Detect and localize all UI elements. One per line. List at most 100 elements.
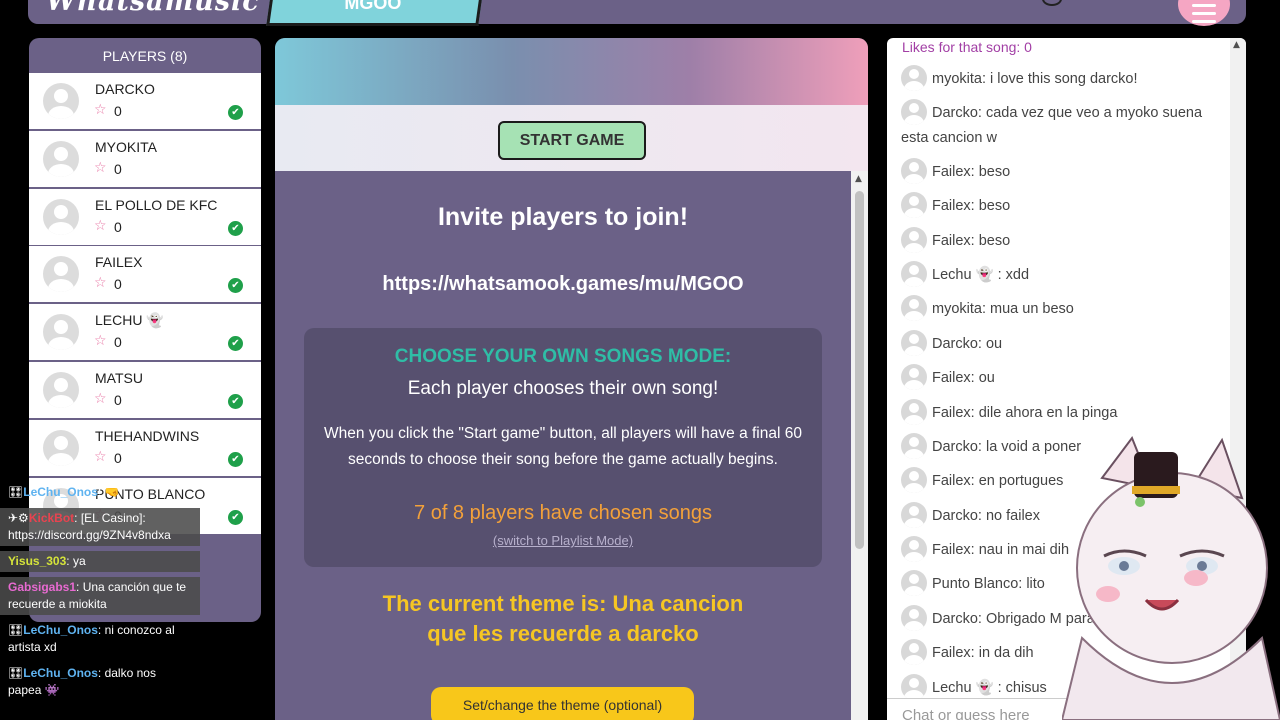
start-area: START GAME bbox=[275, 105, 868, 171]
stream-chat-line: Gabsigabs1: Una canción que te recuerde … bbox=[0, 577, 200, 615]
badge-icon: 🎛 bbox=[8, 485, 24, 499]
badge-icon: ✈⚙ bbox=[8, 511, 29, 525]
invite-title: Invite players to join! bbox=[437, 203, 689, 231]
start-game-button[interactable]: START GAME bbox=[498, 121, 646, 160]
set-theme-button[interactable]: Set/change the theme (optional) bbox=[431, 687, 694, 720]
chat-message-text: Failex: nau in mai dih bbox=[932, 541, 1070, 558]
chat-message-text: Failex: en portugues bbox=[932, 473, 1064, 490]
player-name: FAILEX bbox=[95, 254, 143, 271]
default-avatar-icon bbox=[901, 192, 927, 219]
check-circle-icon: ✔ bbox=[228, 393, 243, 409]
chat-message-text: Darcko: no failex bbox=[932, 507, 1040, 524]
stream-chat-text: ya bbox=[72, 554, 86, 568]
scroll-up-arrow-icon[interactable]: ▲ bbox=[1233, 41, 1240, 50]
player-score: 0 bbox=[114, 334, 122, 351]
player-score: 0 bbox=[114, 160, 122, 177]
default-avatar-icon bbox=[901, 65, 927, 91]
default-avatar-icon bbox=[901, 260, 927, 287]
player-row[interactable]: DARCKO ☆ 0 ✔ bbox=[29, 73, 261, 129]
check-circle-icon: ✔ bbox=[228, 278, 243, 294]
stream-chat-colon: : bbox=[76, 580, 83, 594]
scrollbar-thumb[interactable] bbox=[855, 191, 864, 549]
default-avatar-icon bbox=[901, 570, 927, 597]
stream-chat-line: Yisus_303: ya bbox=[0, 551, 200, 572]
current-theme: The current theme is: Una cancion que le… bbox=[382, 591, 744, 646]
chat-message-text: Failex: beso bbox=[932, 198, 1011, 214]
default-avatar-icon bbox=[901, 157, 927, 184]
default-avatar-icon bbox=[43, 314, 79, 351]
scroll-up-arrow-icon[interactable]: ▲ bbox=[855, 175, 862, 184]
player-row[interactable]: LECHU 👻 ☆ 0 ✔ bbox=[29, 304, 261, 361]
check-circle-icon: ✔ bbox=[228, 105, 243, 120]
badge-icon: 🎛 bbox=[8, 623, 24, 637]
room-code-tab: MGOO bbox=[266, 0, 482, 26]
chat-message: Failex: ou bbox=[901, 364, 1231, 391]
chat-message-text: myokita: mua un beso bbox=[932, 301, 1074, 318]
default-avatar-icon bbox=[901, 604, 927, 631]
stream-chat-overlay: 🎛LeChu_Onos: 🤜 ✈⚙KickBot: [EL Casino]: ht… bbox=[0, 482, 200, 706]
default-avatar-icon bbox=[901, 329, 927, 356]
check-circle-icon: ✔ bbox=[228, 336, 243, 352]
player-row[interactable]: MATSU ☆ 0 ✔ bbox=[29, 361, 261, 418]
site-logo[interactable]: Whatsamusic bbox=[46, 0, 260, 17]
default-avatar-icon bbox=[43, 371, 79, 408]
default-avatar-icon bbox=[901, 639, 927, 666]
stream-chat-colon: : bbox=[74, 511, 81, 525]
chat-message: myokita: i love this song darcko! bbox=[901, 65, 1231, 92]
default-avatar-icon bbox=[901, 398, 927, 425]
chat-message-text: myokita: i love this song darcko! bbox=[932, 70, 1138, 87]
default-avatar-icon bbox=[901, 364, 927, 391]
player-name: THEHANDWINS bbox=[95, 427, 200, 444]
default-avatar-icon bbox=[901, 501, 927, 528]
stream-chat-colon: : bbox=[97, 623, 105, 637]
chat-message-text: Punto Blanco: lito bbox=[932, 576, 1045, 593]
star-icon: ☆ bbox=[94, 217, 107, 234]
star-icon: ☆ bbox=[94, 448, 107, 465]
switch-mode-link[interactable]: (switch to Playlist Mode) bbox=[304, 533, 822, 548]
header-gradient-banner bbox=[275, 38, 868, 105]
default-avatar-icon bbox=[43, 198, 79, 235]
mode-title: CHOOSE YOUR OWN SONGS MODE: bbox=[394, 346, 732, 367]
vtuber-cat-avatar bbox=[1062, 435, 1280, 720]
player-name: DARCKO bbox=[95, 81, 155, 97]
player-row[interactable]: EL POLLO DE KFC ☆ 0 ✔ bbox=[29, 188, 261, 245]
default-avatar-icon bbox=[43, 429, 79, 466]
player-row[interactable]: MYOKITA ☆ 0 bbox=[29, 130, 261, 187]
chat-message: Failex: beso bbox=[901, 192, 1231, 219]
mode-description: When you click the "Start game" button, … bbox=[324, 425, 802, 468]
chat-message-text: Failex: ou bbox=[932, 369, 995, 386]
player-score: 0 bbox=[114, 103, 122, 119]
star-icon: ☆ bbox=[94, 102, 107, 118]
player-score: 0 bbox=[114, 391, 122, 408]
main-scrollbar[interactable]: ▲ bbox=[851, 171, 868, 720]
stream-chat-colon: : bbox=[97, 485, 105, 499]
stream-chat-line: ✈⚙KickBot: [EL Casino]: https://discord.… bbox=[0, 508, 200, 546]
player-row[interactable]: FAILEX ☆ 0 ✔ bbox=[29, 246, 261, 303]
chat-message-text: Lechu 👻 : chisus bbox=[932, 679, 1047, 696]
star-icon: ☆ bbox=[94, 390, 107, 407]
chat-message: Darcko: ou bbox=[901, 329, 1231, 357]
default-avatar-icon bbox=[901, 673, 927, 698]
song-likes: Likes for that song: 0 bbox=[902, 39, 1032, 55]
check-circle-icon: ✔ bbox=[228, 220, 243, 236]
player-score: 0 bbox=[114, 449, 122, 466]
stream-chat-line: 🎛LeChu_Onos: 🤜 bbox=[0, 482, 200, 503]
chat-message: myokita: mua un beso bbox=[901, 295, 1231, 322]
mode-subtitle: Each player chooses their own song! bbox=[407, 378, 719, 399]
invite-url[interactable]: https://whatsamook.games/mu/MGOO bbox=[275, 273, 851, 296]
songs-chosen-count: 7 of 8 players have chosen songs bbox=[414, 502, 712, 524]
chat-message-text: Lechu 👻 : xdd bbox=[932, 266, 1030, 283]
stream-chat-colon: : bbox=[66, 554, 73, 568]
check-circle-icon: ✔ bbox=[228, 451, 243, 467]
chat-input-placeholder: Chat or guess here bbox=[902, 707, 1030, 720]
stream-chat-colon: : bbox=[97, 666, 105, 680]
player-row[interactable]: THEHANDWINS ☆ 0 ✔ bbox=[29, 419, 261, 476]
mode-info-box: CHOOSE YOUR OWN SONGS MODE: Each player … bbox=[304, 328, 822, 567]
star-icon: ☆ bbox=[94, 275, 107, 292]
stream-chat-username: KickBot bbox=[28, 511, 75, 525]
default-avatar-icon bbox=[901, 467, 927, 494]
badge-icon: 🎛 bbox=[8, 666, 24, 680]
chat-message-text: Darcko: ou bbox=[932, 335, 1003, 352]
stream-chat-username: Gabsigabs1 bbox=[8, 580, 77, 594]
stream-chat-username: LeChu_Onos bbox=[23, 666, 98, 680]
